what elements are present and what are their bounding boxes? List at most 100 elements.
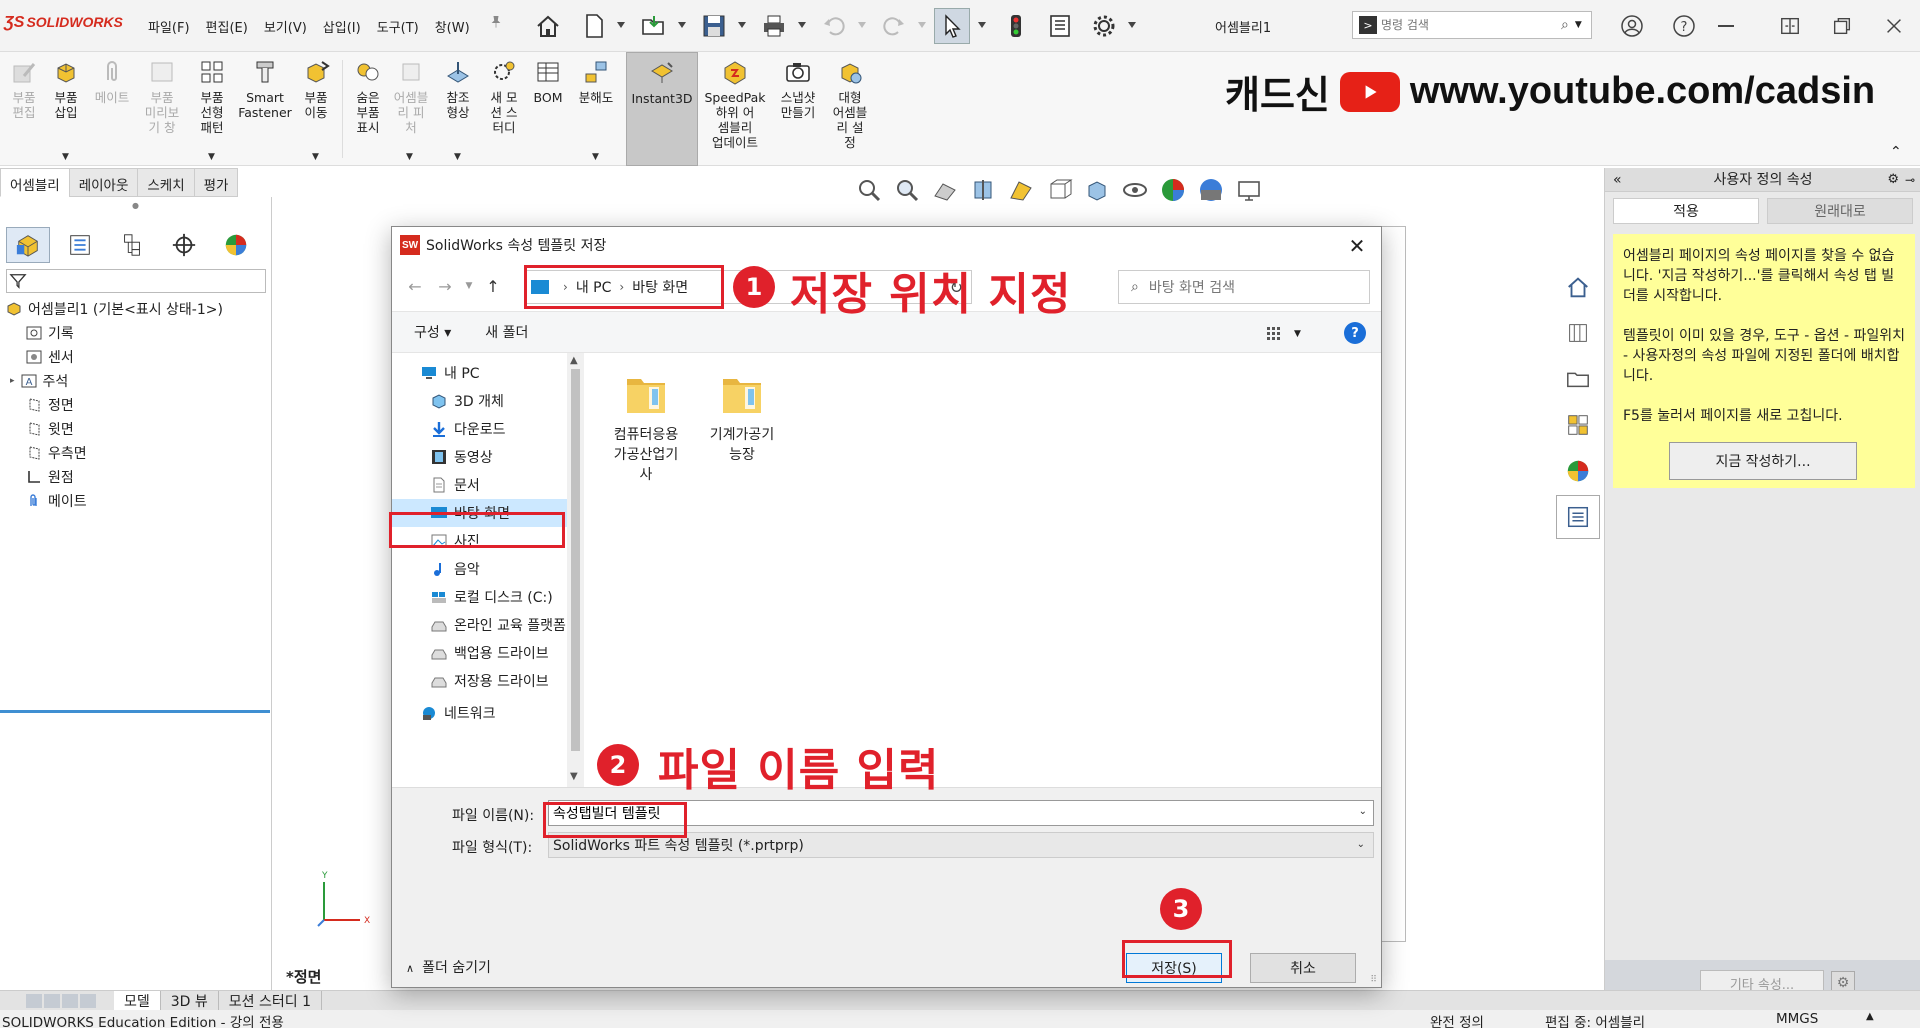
take-snapshot-button[interactable]: 스냅샷 만들기 <box>776 58 820 120</box>
tab-sketch[interactable]: 스케치 <box>137 168 195 197</box>
scroll-up-icon[interactable]: ▲ <box>570 355 578 366</box>
nav-downloads[interactable]: 다운로드 <box>392 415 567 443</box>
tab-evaluate[interactable]: 평가 <box>193 168 239 197</box>
hide-folders-toggle[interactable]: ∧ 폴더 숨기기 <box>406 957 491 977</box>
organize-button[interactable]: 구성 ▾ <box>414 322 451 342</box>
nav-3d-objects[interactable]: 3D 개체 <box>392 387 567 415</box>
hide-show-items-icon[interactable] <box>1121 176 1149 204</box>
tree-item-sensors[interactable]: 센서 <box>0 345 272 369</box>
up-arrow-icon[interactable]: ↑ <box>478 277 508 296</box>
bom-button[interactable]: BOM <box>526 58 570 105</box>
folder-search[interactable]: ⌕ 바탕 화면 검색 <box>1118 270 1370 304</box>
display-manager-tab[interactable] <box>214 227 258 263</box>
nav-local-disk[interactable]: 로컬 디스크 (C:) <box>392 583 567 611</box>
traffic-light-icon[interactable] <box>998 8 1034 44</box>
menu-file[interactable]: 파일(F) <box>140 17 198 36</box>
expand-arrow-icon[interactable]: ▸ <box>10 376 15 386</box>
gear-icon[interactable] <box>1086 8 1122 44</box>
insert-component-button[interactable]: 부품 삽입 <box>44 58 88 120</box>
nav-network[interactable]: 네트워크 <box>392 699 567 727</box>
new-motion-study-button[interactable]: 새 모 션 스 터디 <box>482 58 526 135</box>
create-now-button[interactable]: 지금 작성하기... <box>1669 442 1857 480</box>
nav-videos[interactable]: 동영상 <box>392 443 567 471</box>
menu-edit[interactable]: 편집(E) <box>198 17 256 36</box>
property-manager-tab[interactable] <box>58 227 102 263</box>
tree-filter[interactable] <box>6 269 266 293</box>
home-icon[interactable] <box>530 8 566 44</box>
nav-my-pc[interactable]: 내 PC <box>392 359 567 387</box>
select-arrow-icon[interactable] <box>934 8 970 44</box>
nav-music[interactable]: 음악 <box>392 555 567 583</box>
component-preview-button[interactable]: 부품 미리보 기 창 <box>140 58 184 135</box>
dimxpert-manager-tab[interactable] <box>162 227 206 263</box>
help-button[interactable]: ? <box>1344 322 1366 344</box>
folder-item[interactable]: 컴퓨터응용 가공산업기 사 <box>600 371 692 485</box>
tab-3d-view[interactable]: 3D 뷰 <box>161 990 219 1011</box>
instant3d-button[interactable]: Instant3D <box>626 52 698 166</box>
collapse-pane-icon[interactable]: « <box>1613 168 1622 192</box>
chevron-down-icon[interactable]: ▼ <box>62 152 69 162</box>
tree-item-right-plane[interactable]: 우측면 <box>0 441 272 465</box>
tree-item-origin[interactable]: 원점 <box>0 465 272 489</box>
scrollbar-thumb[interactable] <box>571 369 580 751</box>
feature-manager-tab[interactable] <box>6 227 50 263</box>
back-arrow-icon[interactable]: ← <box>400 277 430 296</box>
edit-component-button[interactable]: 부품 편집 <box>2 58 46 120</box>
menu-tools[interactable]: 도구(T) <box>369 17 427 36</box>
new-folder-button[interactable]: 새 폴더 <box>485 322 528 342</box>
revert-button[interactable]: 원래대로 <box>1767 198 1913 224</box>
tree-item-annotations[interactable]: ▸ A 주석 <box>0 369 272 393</box>
view-orientation-icon[interactable] <box>1045 176 1073 204</box>
assembly-features-button[interactable]: 어셈블 리 피 처 <box>388 58 434 135</box>
change-view-button[interactable]: ▼ <box>1266 324 1308 344</box>
chevron-down-icon[interactable] <box>738 22 746 28</box>
cancel-button[interactable]: 취소 <box>1250 953 1356 983</box>
redo-icon[interactable] <box>876 8 912 44</box>
chevron-down-icon[interactable]: ▼ <box>592 152 599 162</box>
appearances-icon[interactable] <box>1556 449 1600 493</box>
undo-icon[interactable] <box>816 8 852 44</box>
minimize-icon[interactable] <box>1716 12 1736 40</box>
chevron-down-icon[interactable] <box>978 22 986 28</box>
resize-grip-icon[interactable]: ⠿ <box>1370 975 1377 985</box>
chevron-down-icon[interactable]: ▼ <box>454 152 461 162</box>
nav-online-edu-drive[interactable]: 온라인 교육 플랫폼 <box>392 611 567 639</box>
smart-fastener-button[interactable]: Smart Fastener <box>238 58 292 120</box>
nav-storage-drive[interactable]: 저장용 드라이브 <box>392 667 567 695</box>
menu-insert[interactable]: 삽입(I) <box>315 17 369 36</box>
nav-backup-drive[interactable]: 백업용 드라이브 <box>392 639 567 667</box>
design-library-icon[interactable] <box>1556 311 1600 355</box>
help-icon[interactable]: ? <box>1670 12 1698 40</box>
file-properties-icon[interactable] <box>1042 8 1078 44</box>
section-view-icon[interactable] <box>969 176 997 204</box>
tree-item-top-plane[interactable]: 윗면 <box>0 417 272 441</box>
move-component-button[interactable]: 부품 이동 <box>294 58 338 120</box>
command-search-input[interactable] <box>1381 18 1561 32</box>
user-icon[interactable] <box>1618 12 1646 40</box>
tab-motion-study[interactable]: 모션 스터디 1 <box>219 990 323 1011</box>
chevron-down-icon[interactable] <box>798 22 806 28</box>
chevron-down-icon[interactable] <box>858 22 866 28</box>
menu-window[interactable]: 창(W) <box>427 17 478 36</box>
open-icon[interactable] <box>636 8 672 44</box>
close-icon[interactable] <box>1880 12 1908 40</box>
tab-model[interactable]: 모델 <box>114 990 161 1011</box>
nav-scrollbar[interactable]: ▲ ▼ <box>567 353 584 787</box>
show-hidden-components-button[interactable]: 숨은 부품 표시 <box>346 58 390 135</box>
custom-properties-icon[interactable] <box>1556 495 1600 539</box>
mate-button[interactable]: 메이트 <box>90 58 134 105</box>
dynamic-annotation-icon[interactable] <box>1007 176 1035 204</box>
chevron-down-icon[interactable] <box>918 22 926 28</box>
linear-pattern-button[interactable]: 부품 선형 패턴 <box>190 58 234 135</box>
tab-assembly[interactable]: 어셈블리 <box>0 168 70 197</box>
view-palette-icon[interactable] <box>1556 403 1600 447</box>
scroll-down-icon[interactable]: ▼ <box>570 771 578 782</box>
chevron-down-icon[interactable]: ▼ <box>406 152 413 162</box>
view-settings-icon[interactable] <box>1235 176 1263 204</box>
zoom-to-area-icon[interactable] <box>893 176 921 204</box>
next-tab-icon[interactable] <box>62 993 78 1008</box>
search-icon[interactable]: ⌕ <box>1561 17 1569 33</box>
chevron-down-icon[interactable]: ▼ <box>1575 20 1582 30</box>
command-search[interactable]: > ⌕ ▼ <box>1352 11 1592 39</box>
reference-geometry-button[interactable]: 참조 형상 <box>436 58 480 120</box>
